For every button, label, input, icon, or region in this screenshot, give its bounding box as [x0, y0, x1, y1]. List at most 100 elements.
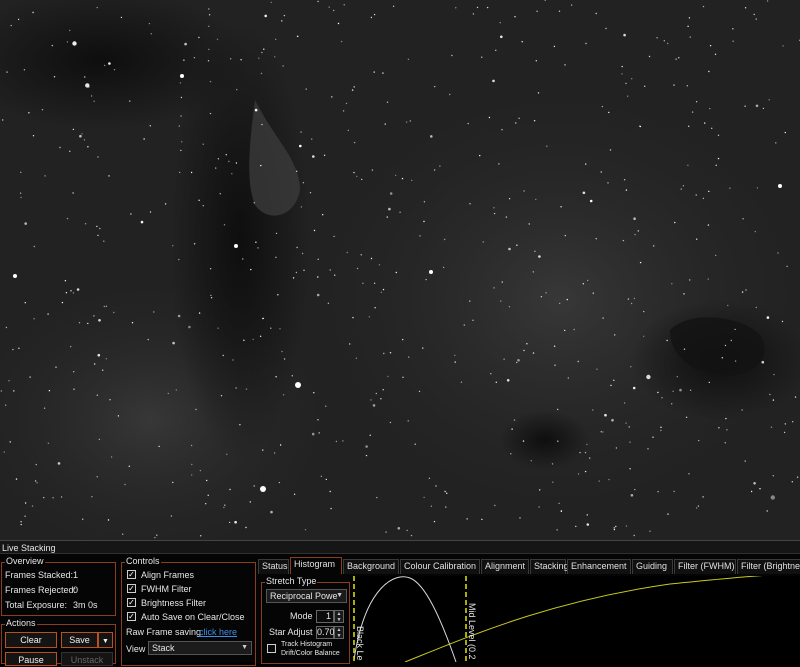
star: [686, 85, 688, 87]
star: [564, 329, 566, 332]
star: [325, 478, 327, 481]
star: [222, 354, 224, 357]
star: [270, 1, 272, 4]
star: [3, 451, 5, 453]
tab-filter-brightness[interactable]: Filter (Brightness): [737, 559, 800, 574]
raw-frame-link[interactable]: click here: [199, 627, 237, 637]
star: [592, 409, 594, 411]
star: [539, 489, 541, 491]
star: [36, 482, 38, 484]
brightness-filter-checkbox[interactable]: ✓: [127, 598, 136, 607]
star: [673, 490, 675, 493]
view-select[interactable]: Stack ▼: [148, 641, 252, 655]
star: [446, 492, 448, 494]
star: [621, 73, 623, 75]
star: [84, 76, 86, 78]
star: [376, 496, 378, 499]
star: [260, 72, 263, 75]
star: [455, 7, 457, 9]
star: [327, 302, 330, 304]
star: [598, 480, 600, 482]
star: [688, 125, 690, 128]
star: [556, 529, 558, 531]
star: [147, 338, 149, 341]
mode-input[interactable]: 1: [316, 610, 334, 623]
star: [34, 480, 37, 482]
star: [423, 201, 426, 203]
star: [154, 536, 156, 539]
star: [567, 377, 569, 379]
star: [564, 234, 566, 237]
star: [8, 380, 10, 382]
star: [279, 328, 281, 330]
star: [602, 317, 604, 319]
star: [262, 317, 264, 320]
star: [20, 521, 22, 523]
star: [18, 347, 20, 349]
star-adjust-input[interactable]: 0.70: [316, 626, 335, 639]
track-histogram-label-2: Drift/Color Balance: [281, 650, 340, 657]
unstack-button[interactable]: Unstack: [61, 652, 113, 666]
star: [9, 441, 11, 443]
tab-filter-fwhm[interactable]: Filter (FWHM): [674, 559, 736, 574]
star: [708, 190, 710, 193]
star: [724, 442, 726, 444]
save-dropdown-button[interactable]: ▼: [98, 632, 113, 648]
star: [683, 348, 686, 350]
star: [205, 503, 207, 505]
track-histogram-checkbox[interactable]: [267, 644, 276, 653]
star: [755, 18, 757, 20]
fwhm-filter-checkbox[interactable]: ✓: [127, 584, 136, 593]
star-adjust-stepper[interactable]: ▲ ▼: [334, 626, 344, 639]
tab-histogram[interactable]: Histogram: [290, 557, 342, 574]
star: [532, 352, 535, 354]
star: [76, 288, 80, 291]
stacked-image-canvas[interactable]: [0, 0, 800, 540]
star: [325, 405, 327, 407]
tab-alignment[interactable]: Alignment: [481, 559, 529, 574]
tab-guiding[interactable]: Guiding: [632, 559, 673, 574]
align-frames-checkbox[interactable]: ✓: [127, 570, 136, 579]
star: [29, 376, 31, 378]
save-button[interactable]: Save: [61, 632, 98, 648]
star: [190, 444, 193, 447]
star: [47, 442, 50, 444]
star: [382, 288, 385, 291]
star: [85, 83, 90, 88]
star: [261, 123, 263, 126]
star: [79, 134, 82, 138]
star: [725, 417, 727, 420]
auto-save-checkbox[interactable]: ✓: [127, 612, 136, 621]
star: [600, 431, 602, 433]
tab-background[interactable]: Background: [343, 559, 399, 574]
star: [190, 171, 193, 174]
star: [796, 476, 799, 478]
star: [175, 389, 177, 391]
star: [661, 397, 663, 399]
pause-button[interactable]: Pause: [5, 652, 57, 666]
star: [649, 530, 651, 532]
tab-status[interactable]: Status: [258, 559, 289, 574]
star: [627, 298, 630, 300]
star: [786, 265, 788, 268]
star: [766, 316, 770, 319]
star: [20, 196, 22, 199]
star: [696, 238, 698, 240]
star: [741, 291, 744, 293]
star: [209, 80, 212, 83]
mode-stepper[interactable]: ▲ ▼: [334, 610, 344, 623]
star: [52, 497, 54, 499]
tab-stacking[interactable]: Stacking: [530, 559, 569, 574]
star: [623, 179, 626, 181]
star-adjust-label: Star Adjust: [269, 627, 313, 637]
clear-button[interactable]: Clear: [5, 632, 57, 648]
star: [469, 203, 471, 205]
tab-colour-calibration[interactable]: Colour Calibration: [400, 559, 480, 574]
star: [523, 349, 525, 352]
histogram-chart[interactable]: Black Le Mid Level (0.2: [350, 576, 800, 662]
star: [172, 341, 175, 345]
star: [558, 502, 560, 505]
stretch-type-select[interactable]: Reciprocal Powe ▼: [266, 589, 347, 603]
star: [414, 443, 416, 445]
tab-enhancement[interactable]: Enhancement: [567, 559, 631, 574]
